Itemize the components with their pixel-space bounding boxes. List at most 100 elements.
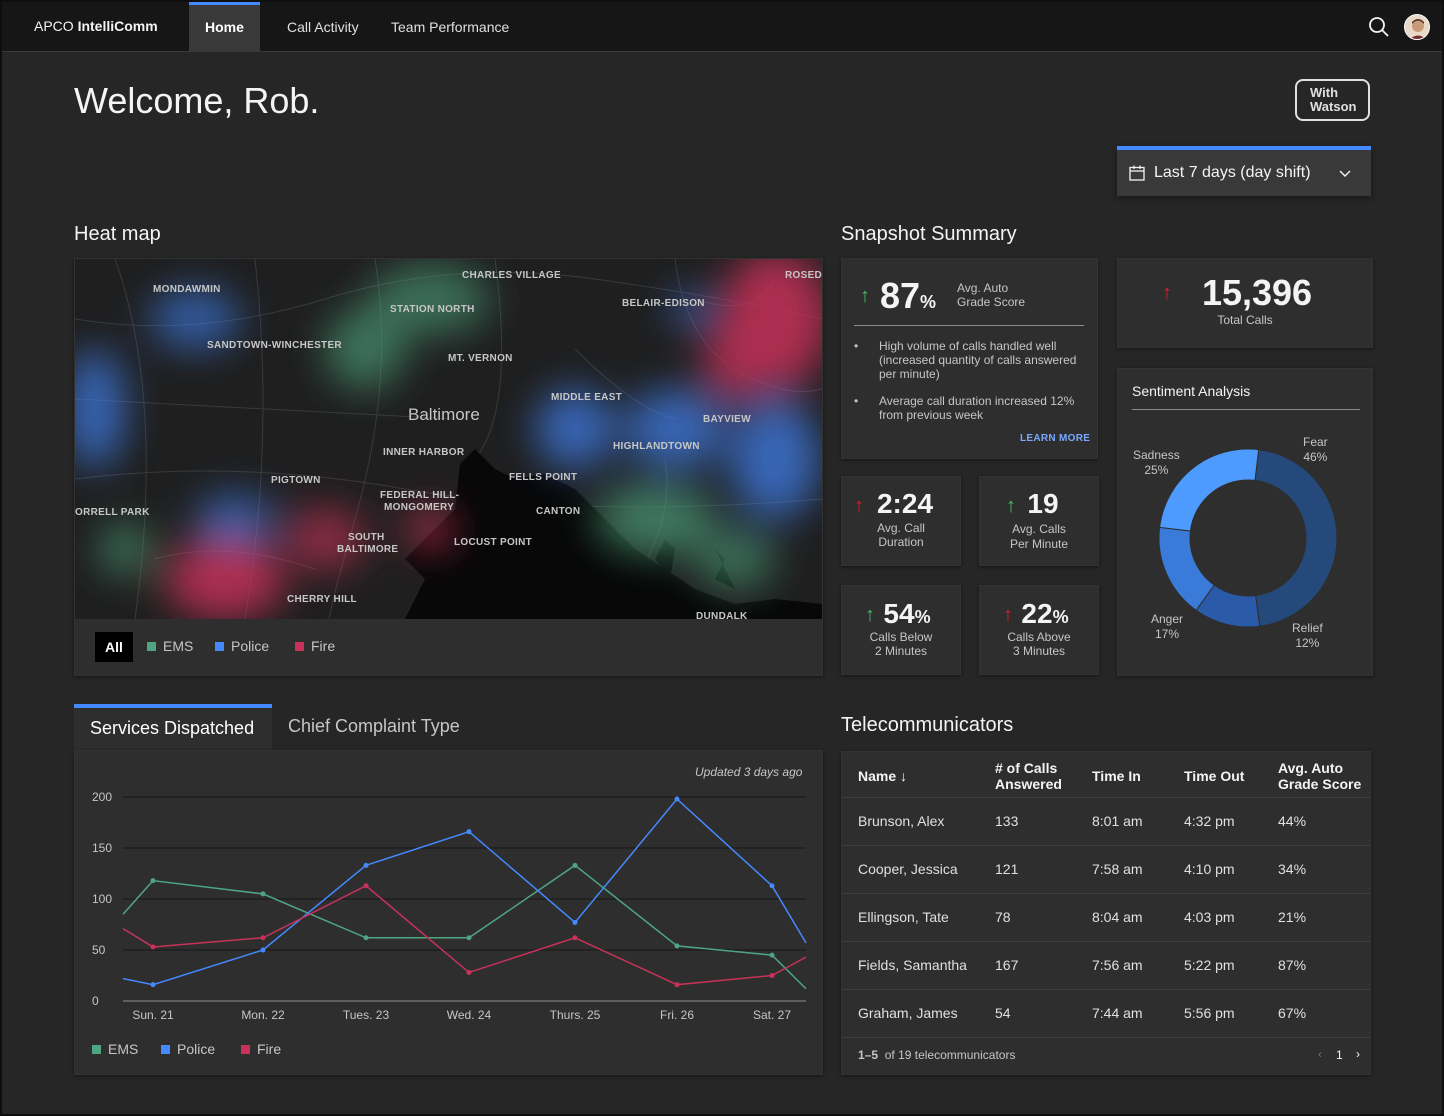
call-duration-label-1: Avg. Call bbox=[877, 521, 925, 535]
data-point-fire[interactable] bbox=[674, 982, 680, 988]
nav-home[interactable]: Home bbox=[189, 2, 260, 52]
table-cell-calls: 133 bbox=[995, 813, 1019, 829]
data-point-police[interactable] bbox=[466, 829, 472, 835]
call-duration-value: 2:24 bbox=[876, 488, 934, 519]
table-row[interactable]: Fields, Samantha 167 7:56 am 5:22 pm 87% bbox=[842, 942, 1370, 990]
x-tick-label: Tues. 23 bbox=[343, 1008, 390, 1022]
services-chart-card: Updated 3 days ago 0 50 100 150 200 Sun. 21 Mo… bbox=[74, 750, 823, 1075]
filter-ems[interactable]: EMS bbox=[147, 638, 193, 654]
filter-fire[interactable]: Fire bbox=[295, 638, 335, 654]
page-number[interactable]: 1 bbox=[1336, 1048, 1343, 1062]
header-time-in[interactable]: Time In bbox=[1092, 768, 1141, 784]
brand-prefix: APCO bbox=[34, 18, 74, 34]
map-label-mondawmin: MONDAWMIN bbox=[153, 284, 221, 295]
header-time-out[interactable]: Time Out bbox=[1184, 768, 1244, 784]
data-point-ems[interactable] bbox=[674, 943, 680, 949]
brand-logo[interactable]: APCO IntelliComm bbox=[34, 18, 158, 34]
tab-services-dispatched[interactable]: Services Dispatched bbox=[74, 704, 272, 750]
call-duration-card: ↑ 2:24 Avg. Call Duration bbox=[841, 476, 961, 566]
relief-value: 12% bbox=[1295, 636, 1320, 650]
search-icon[interactable] bbox=[1368, 16, 1390, 38]
sort-down-icon: ↓ bbox=[900, 768, 908, 784]
data-point-ems[interactable] bbox=[150, 878, 156, 884]
sadness-name: Sadness bbox=[1133, 448, 1180, 462]
chart-legend-police[interactable]: Police bbox=[161, 1041, 215, 1057]
telecom-table: Name ↓ # of Calls Answered Time In Time O… bbox=[841, 751, 1371, 1075]
data-point-ems[interactable] bbox=[572, 862, 578, 868]
grade-score-card: ↑ 87% Avg. AutoGrade Score High volume o… bbox=[841, 258, 1098, 459]
data-point-fire[interactable] bbox=[572, 935, 578, 941]
calls-per-minute-card: ↑ 19 Avg. Calls Per Minute bbox=[979, 476, 1099, 566]
date-range-label: Last 7 days (day shift) bbox=[1154, 164, 1311, 181]
map-label-south: SOUTH bbox=[348, 532, 385, 543]
filter-all-button[interactable]: All bbox=[95, 632, 133, 662]
pagination-summary: 1–5 of 19 telecommunicators bbox=[858, 1048, 1015, 1062]
prev-page-icon[interactable]: ‹ bbox=[1318, 1047, 1322, 1061]
relief-name: Relief bbox=[1292, 621, 1323, 635]
chart-legend-police-label: Police bbox=[177, 1041, 216, 1057]
data-point-ems[interactable] bbox=[363, 935, 369, 941]
series-line-police[interactable] bbox=[122, 797, 807, 986]
data-point-fire[interactable] bbox=[260, 935, 266, 941]
chart-legend-ems-label: EMS bbox=[108, 1041, 139, 1057]
header-grade[interactable]: Avg. Auto Grade Score bbox=[1278, 760, 1361, 792]
data-point-ems[interactable] bbox=[769, 952, 775, 958]
chart-legend-fire[interactable]: Fire bbox=[241, 1041, 281, 1057]
header-grade-2: Grade Score bbox=[1278, 776, 1362, 792]
welcome-heading: Welcome, Rob. bbox=[74, 80, 320, 121]
series-line-ems[interactable] bbox=[122, 864, 807, 990]
data-point-ems[interactable] bbox=[260, 891, 266, 897]
data-point-police[interactable] bbox=[363, 862, 369, 868]
data-point-fire[interactable] bbox=[769, 973, 775, 978]
data-point-police[interactable] bbox=[769, 883, 775, 889]
grade-score-label: Avg. Auto Grade Score bbox=[957, 281, 1025, 309]
brand-name: IntelliComm bbox=[77, 18, 158, 34]
data-point-fire[interactable] bbox=[150, 944, 156, 950]
table-cell-calls: 54 bbox=[995, 1005, 1011, 1021]
call-duration-label-2: Duration bbox=[878, 535, 924, 549]
chart-legend-fire-label: Fire bbox=[257, 1041, 282, 1057]
learn-more-link[interactable]: LEARN MORE bbox=[1020, 433, 1090, 444]
data-point-police[interactable] bbox=[150, 982, 156, 988]
table-row[interactable]: Graham, James 54 7:44 am 5:56 pm 67% bbox=[842, 990, 1370, 1038]
arrow-up-icon: ↑ bbox=[860, 285, 870, 307]
header-calls[interactable]: # of Calls Answered bbox=[995, 760, 1062, 792]
heatmap-map[interactable]: MONDAWMIN CHARLES VILLAGE ROSEDA STATION… bbox=[75, 259, 822, 619]
nav-team-performance[interactable]: Team Performance bbox=[375, 2, 525, 52]
data-point-ems[interactable] bbox=[466, 935, 472, 941]
tab-chief-complaint[interactable]: Chief Complaint Type bbox=[288, 716, 460, 737]
table-row[interactable]: Ellingson, Tate 78 8:04 am 4:03 pm 21% bbox=[842, 894, 1370, 942]
filter-police[interactable]: Police bbox=[215, 638, 269, 654]
summary-bullet: High volume of calls handled well (incre… bbox=[854, 339, 1084, 381]
data-point-police[interactable] bbox=[260, 947, 266, 953]
chart-legend-ems[interactable]: EMS bbox=[92, 1041, 138, 1057]
header-grade-1: Avg. Auto bbox=[1278, 760, 1344, 776]
table-row[interactable]: Cooper, Jessica 121 7:58 am 4:10 pm 34% bbox=[842, 846, 1370, 894]
map-label-sandtown: SANDTOWN-WINCHESTER bbox=[207, 340, 342, 351]
data-point-police[interactable] bbox=[674, 796, 680, 802]
table-cell-in: 8:01 am bbox=[1092, 813, 1143, 829]
table-cell-in: 7:58 am bbox=[1092, 861, 1143, 877]
map-label-bayview: BAYVIEW bbox=[703, 414, 751, 425]
fear-name: Fear bbox=[1303, 435, 1328, 449]
donut-slice-fear[interactable] bbox=[1254, 449, 1338, 627]
nav-call-activity[interactable]: Call Activity bbox=[271, 2, 375, 52]
date-range-dropdown[interactable]: Last 7 days (day shift) bbox=[1117, 146, 1371, 196]
series-line-fire[interactable] bbox=[122, 884, 807, 986]
grade-score-label-1: Avg. Auto bbox=[957, 281, 1009, 295]
header-name[interactable]: Name ↓ bbox=[858, 768, 907, 784]
data-point-fire[interactable] bbox=[466, 969, 472, 975]
data-point-fire[interactable] bbox=[363, 883, 369, 889]
avatar[interactable] bbox=[1404, 14, 1430, 40]
next-page-icon[interactable]: › bbox=[1356, 1047, 1360, 1061]
map-label-inner-harbor: INNER HARBOR bbox=[383, 447, 465, 458]
data-point-police[interactable] bbox=[572, 919, 578, 925]
calls-above-unit: % bbox=[1052, 607, 1069, 627]
table-row[interactable]: Brunson, Alex 133 8:01 am 4:32 pm 44% bbox=[842, 798, 1370, 846]
chevron-down-icon bbox=[1339, 170, 1351, 177]
total-calls-label: Total Calls bbox=[1217, 313, 1273, 327]
calls-above-label-2: 3 Minutes bbox=[1012, 644, 1066, 658]
table-cell-out: 4:10 pm bbox=[1184, 861, 1235, 877]
table-cell-in: 8:04 am bbox=[1092, 909, 1143, 925]
sadness-value: 25% bbox=[1144, 463, 1169, 477]
